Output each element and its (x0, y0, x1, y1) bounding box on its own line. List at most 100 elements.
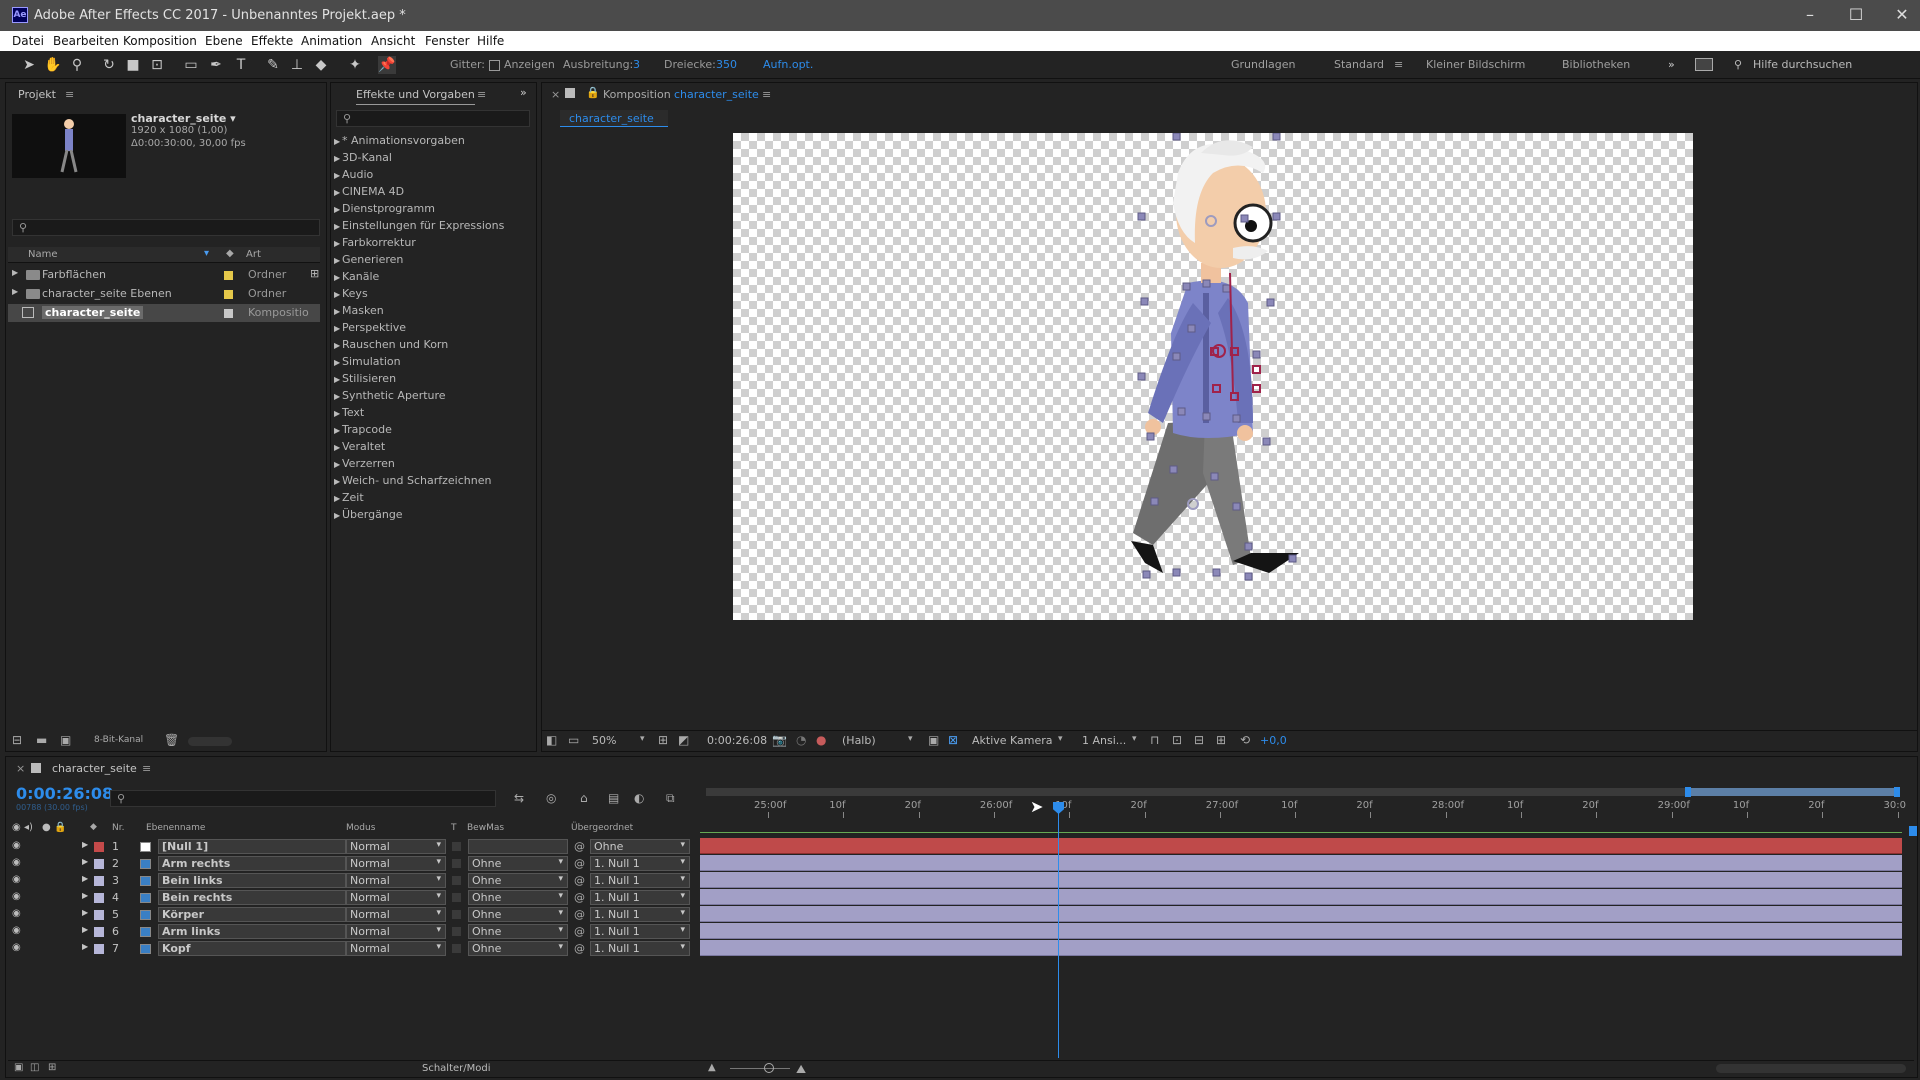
camera-tool-icon[interactable]: ■ (124, 56, 142, 74)
toggle-switches-modes[interactable]: Schalter/Modi (422, 1063, 491, 1074)
timeline-scrollbar[interactable] (1716, 1064, 1906, 1073)
region-of-interest-icon[interactable]: ▣ (928, 733, 939, 747)
menu-komposition[interactable]: Komposition (123, 34, 197, 48)
expand-triangle-icon[interactable]: ▶ (334, 375, 342, 384)
track-matte-dropdown[interactable]: Ohne ▾ (468, 856, 568, 871)
expand-triangle-icon[interactable]: ▶ (334, 426, 342, 435)
expand-triangle-icon[interactable]: ▶ (334, 477, 342, 486)
minimize-button[interactable]: – (1792, 4, 1828, 26)
effects-category[interactable]: ▶ Übergänge (334, 508, 403, 524)
layer-row[interactable]: ◉ ▶ 2 Arm rechts Normal ▾ Ohne ▾ @1. Null 1 ▾ (8, 855, 696, 872)
thumbnail-size-slider[interactable] (188, 737, 232, 746)
help-search-icon[interactable]: ⚲ (1734, 58, 1742, 71)
grid-show-checkbox[interactable] (489, 60, 500, 71)
effects-category[interactable]: ▶ Verzerren (334, 457, 395, 473)
parent-dropdown[interactable]: Ohne ▾ (590, 839, 690, 854)
layer-name[interactable]: Körper (158, 907, 346, 922)
resolution-dropdown[interactable]: (Halb) (842, 734, 876, 747)
zoom-tool-icon[interactable]: ⚲ (68, 56, 86, 74)
effects-menu-icon[interactable]: ≡ (477, 88, 486, 101)
expand-triangle-icon[interactable]: ▶ (334, 511, 342, 520)
parent-dropdown[interactable]: 1. Null 1 ▾ (590, 907, 690, 922)
panel-overflow-icon[interactable]: » (520, 86, 527, 99)
work-area-end-handle[interactable] (1894, 787, 1900, 797)
timeline-icon[interactable]: ⊟ (1194, 733, 1204, 747)
more-workspaces-icon[interactable]: » (1668, 58, 1675, 71)
track-matte-dropdown[interactable]: Ohne ▾ (468, 924, 568, 939)
layer-duration-bar[interactable] (700, 855, 1902, 871)
pick-whip-icon[interactable]: @ (574, 942, 585, 955)
track-matte-dropdown[interactable]: Ohne ▾ (468, 907, 568, 922)
views-dropdown[interactable]: 1 Ansi... (1082, 734, 1126, 747)
expand-triangle-icon[interactable]: ▶ (334, 324, 342, 333)
label-color-swatch[interactable] (224, 309, 233, 318)
effects-category[interactable]: ▶ Synthetic Aperture (334, 389, 446, 405)
effects-category[interactable]: ▶ * Animationsvorgaben (334, 134, 465, 150)
comp-breadcrumb[interactable]: character_seite (560, 110, 668, 127)
new-composition-icon[interactable]: ▣ (60, 733, 71, 747)
eye-icon[interactable]: ◉ (12, 908, 21, 919)
layer-duration-bar[interactable] (700, 940, 1902, 956)
clone-stamp-tool-icon[interactable]: ⊥ (288, 56, 306, 74)
menu-datei[interactable]: Datei (12, 34, 44, 48)
effects-category[interactable]: ▶ Dienstprogramm (334, 202, 435, 218)
timeline-current-time[interactable]: 0:00:26:08 (16, 784, 113, 803)
expand-triangle-icon[interactable]: ▶ (334, 154, 342, 163)
menu-fenster[interactable]: Fenster (425, 34, 470, 48)
exposure-value[interactable]: +0,0 (1260, 734, 1287, 747)
bit-depth-button[interactable]: 8-Bit-Kanal (94, 735, 143, 745)
pick-whip-icon[interactable]: @ (574, 925, 585, 938)
pan-behind-tool-icon[interactable]: ⊡ (148, 56, 166, 74)
project-search-input[interactable]: ⚲ (12, 219, 320, 236)
expand-triangle-icon[interactable]: ▶ (82, 925, 88, 934)
zoom-slider[interactable] (730, 1068, 790, 1069)
expand-triangle-icon[interactable]: ▶ (334, 188, 342, 197)
toggle-pixel-aspect-icon[interactable]: ⊓ (1150, 733, 1159, 747)
track-matte-dropdown[interactable]: Ohne ▾ (468, 873, 568, 888)
selection-tool-icon[interactable]: ➤ (20, 56, 38, 74)
transfer-controls-icon[interactable]: ◫ (30, 1062, 39, 1073)
workspace-standard[interactable]: Standard (1334, 58, 1384, 71)
menu-ebene[interactable]: Ebene (205, 34, 243, 48)
menu-ansicht[interactable]: Ansicht (371, 34, 415, 48)
expand-triangle-icon[interactable]: ▶ (82, 840, 88, 849)
help-search-input[interactable]: Hilfe durchsuchen (1753, 58, 1852, 71)
expand-triangle-icon[interactable]: ▶ (334, 273, 342, 282)
pick-whip-icon[interactable]: @ (574, 840, 585, 853)
preserve-transparency-toggle[interactable] (452, 893, 461, 902)
new-folder-icon[interactable]: ▬ (36, 733, 47, 747)
zoom-slider-handle[interactable] (764, 1063, 774, 1073)
workspace-bibliotheken[interactable]: Bibliotheken (1562, 58, 1630, 71)
pick-whip-icon[interactable]: @ (574, 908, 585, 921)
expand-triangle-icon[interactable]: ▶ (334, 137, 342, 146)
menu-animation[interactable]: Animation (301, 34, 362, 48)
menu-hilfe[interactable]: Hilfe (477, 34, 504, 48)
expand-triangle-icon[interactable]: ▶ (334, 494, 342, 503)
expand-triangle-icon[interactable]: ▶ (334, 460, 342, 469)
graph-editor-icon[interactable]: ⧉ (666, 791, 675, 806)
expand-triangle-icon[interactable]: ▶ (12, 268, 18, 277)
safe-zones-icon[interactable]: ⊞ (658, 733, 668, 747)
time-ruler[interactable] (700, 784, 1902, 824)
maximize-button[interactable]: ☐ (1838, 4, 1874, 26)
layer-label-color[interactable] (94, 927, 104, 937)
preserve-transparency-toggle[interactable] (452, 842, 461, 851)
project-menu-icon[interactable]: ≡ (65, 88, 74, 101)
zoom-in-icon[interactable]: ⛰ (796, 1062, 806, 1077)
project-item-farbflaechen[interactable]: ▶ Farbflächen Ordner ⊞ (8, 266, 320, 284)
effects-category[interactable]: ▶ Weich- und Scharfzeichnen (334, 474, 491, 490)
brush-tool-icon[interactable]: ✎ (264, 56, 282, 74)
preserve-transparency-toggle[interactable] (452, 859, 461, 868)
comp-mini-flowchart-icon[interactable]: ⇆ (514, 791, 524, 805)
layer-label-color[interactable] (94, 876, 104, 886)
menu-bearbeiten[interactable]: Bearbeiten (53, 34, 119, 48)
lock-icon[interactable]: 🔒 (586, 86, 600, 99)
layer-name[interactable]: [Null 1] (158, 839, 346, 854)
frame-blending-icon[interactable]: ▤ (608, 791, 619, 805)
pick-whip-icon[interactable]: @ (574, 857, 585, 870)
layer-name[interactable]: Arm links (158, 924, 346, 939)
rectangle-tool-icon[interactable]: ▭ (182, 56, 200, 74)
pick-whip-icon[interactable]: @ (574, 874, 585, 887)
effects-category[interactable]: ▶ Masken (334, 304, 384, 320)
blend-mode-dropdown[interactable]: Normal ▾ (346, 890, 446, 905)
